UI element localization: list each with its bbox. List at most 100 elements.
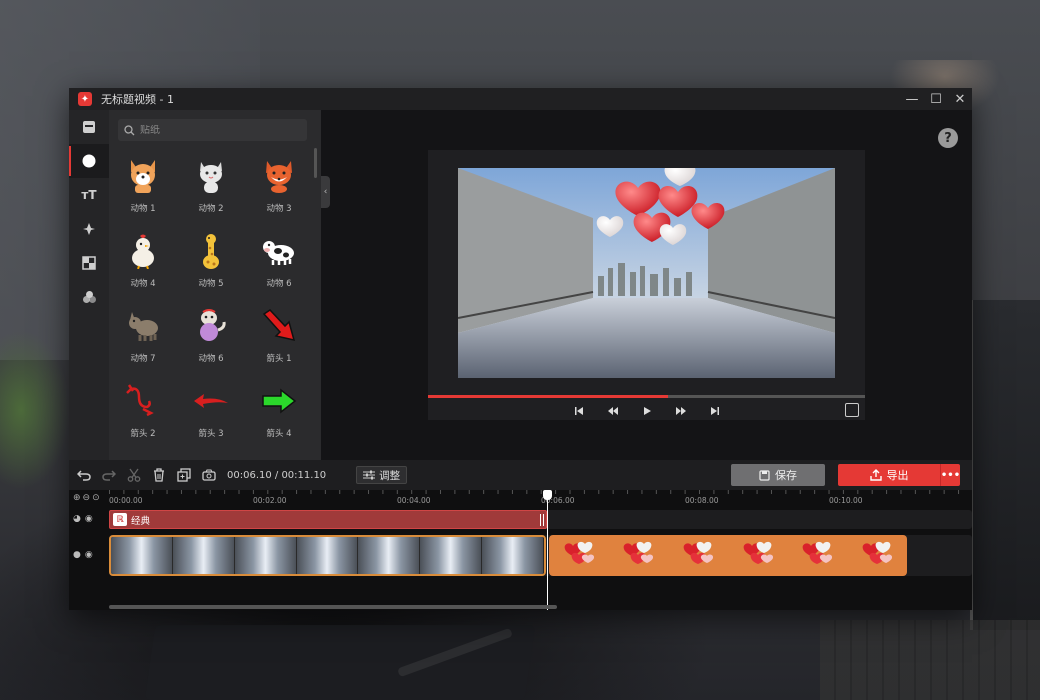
sticker-label: 动物 4 xyxy=(130,279,156,289)
sticker-item[interactable]: 动物 2 xyxy=(177,153,245,228)
help-button[interactable]: ? xyxy=(938,128,958,148)
cat-sticker-icon xyxy=(191,156,231,196)
sticker-search-input[interactable] xyxy=(140,124,300,136)
export-more-button[interactable]: ••• xyxy=(940,464,960,486)
video-track-controls: ● ◉ xyxy=(73,550,93,560)
heart-balloons-thumb-icon xyxy=(564,539,594,572)
video-frame-thumb xyxy=(420,537,483,574)
save-button[interactable]: 保存 xyxy=(731,464,825,486)
donkey-sticker-icon xyxy=(123,306,163,346)
chicken-sticker-icon xyxy=(123,231,163,271)
preview-scene-image xyxy=(458,168,835,378)
play-button[interactable] xyxy=(638,403,656,419)
play-icon xyxy=(643,406,651,415)
zoom-out-icon[interactable]: ⊖ xyxy=(83,493,91,503)
export-button[interactable]: 导出 xyxy=(838,464,940,486)
close-button[interactable]: ✕ xyxy=(948,88,972,110)
visibility-eye-icon[interactable]: ◉ xyxy=(85,550,93,560)
clip-resize-handle[interactable] xyxy=(540,514,544,526)
fast-forward-button[interactable] xyxy=(672,403,690,419)
sticker-item[interactable]: 箭头 3 xyxy=(177,378,245,453)
video-frame-thumb xyxy=(482,537,544,574)
sidebar-item-media[interactable] xyxy=(69,110,109,144)
tool-sidebar: тT xyxy=(69,110,109,460)
transition-icon xyxy=(82,256,96,270)
timeline-ruler[interactable]: 00:00.00 00:02.00 00:04.00 00:06.00 00:0… xyxy=(109,490,972,508)
sidebar-item-effects[interactable] xyxy=(69,212,109,246)
ruler-tick-label: 00:08.00 xyxy=(685,496,719,505)
duplicate-button[interactable] xyxy=(172,463,196,487)
video-clip[interactable] xyxy=(109,535,546,576)
export-label: 导出 xyxy=(886,469,909,482)
timeline-scrollbar[interactable] xyxy=(109,605,557,609)
sticker-label: 动物 1 xyxy=(130,204,156,214)
sidebar-item-stickers[interactable] xyxy=(69,144,109,178)
filter-clip[interactable]: ℝ 经典 xyxy=(109,510,547,529)
delete-button[interactable] xyxy=(147,463,171,487)
sticker-label: 动物 3 xyxy=(266,204,292,214)
playback-progress-fill xyxy=(428,395,669,398)
sticker-item[interactable]: 动物 4 xyxy=(109,228,177,303)
fullscreen-button[interactable] xyxy=(845,403,859,417)
zoom-in-icon[interactable]: ⊕ xyxy=(73,493,81,503)
sticker-panel: 动物 1 动物 2 动物 3 动物 4 xyxy=(109,110,321,460)
red-arrow-down-icon xyxy=(259,306,299,346)
playhead-handle[interactable] xyxy=(543,490,552,500)
heart-balloons-thumb-icon xyxy=(743,539,773,572)
zoom-fit-icon[interactable]: ⊙ xyxy=(92,493,100,503)
maximize-button[interactable]: ☐ xyxy=(924,88,948,110)
editing-toolbar: 00:06.10 / 00:11.10 调整 保存 导出 ••• xyxy=(69,460,972,490)
sticker-item[interactable]: 动物 1 xyxy=(109,153,177,228)
background-plant xyxy=(0,330,70,490)
visibility-eye-icon[interactable]: ◉ xyxy=(85,514,93,524)
video-editor-window: ✦ 无标题视频 - 1 — ☐ ✕ тT 贴纸 动物 1 动物 2 动物 3 动… xyxy=(69,88,972,610)
sidebar-item-transitions[interactable] xyxy=(69,246,109,280)
redo-button[interactable] xyxy=(97,463,121,487)
timecode-display: 00:06.10 / 00:11.10 xyxy=(227,469,327,481)
sticker-item[interactable]: 箭头 4 xyxy=(245,378,313,453)
skip-to-end-button[interactable] xyxy=(706,403,724,419)
red-curly-arrow-icon xyxy=(123,381,163,421)
sticker-item[interactable]: 动物 6 xyxy=(245,228,313,303)
sticker-label: 箭头 3 xyxy=(198,429,224,439)
minimize-button[interactable]: — xyxy=(900,88,924,110)
video-frame-thumb xyxy=(234,537,297,574)
duplicate-icon xyxy=(177,468,191,482)
red-arrow-left-icon xyxy=(191,381,231,421)
video-preview xyxy=(458,168,835,378)
background-notebook xyxy=(144,625,536,700)
filter-icon xyxy=(82,291,96,303)
sticker-label: 动物 5 xyxy=(198,279,224,289)
sticker-clip[interactable] xyxy=(549,535,907,576)
sidebar-item-text[interactable]: тT xyxy=(69,178,109,212)
filter-track-controls: ◕ ◉ xyxy=(73,514,93,524)
rewind-icon xyxy=(607,406,618,415)
giraffe-sticker-icon xyxy=(191,231,231,271)
video-frame-thumb xyxy=(296,537,359,574)
sticker-item[interactable]: 动物 3 xyxy=(245,153,313,228)
cut-button[interactable] xyxy=(122,463,146,487)
window-title: 无标题视频 - 1 xyxy=(101,93,174,106)
sticker-grid: 动物 1 动物 2 动物 3 动物 4 动物 5 动物 6 动物 7 动物 6 … xyxy=(109,153,313,453)
playback-progress-bar[interactable] xyxy=(428,395,865,398)
sticker-label: 箭头 2 xyxy=(130,429,156,439)
snapshot-button[interactable] xyxy=(197,463,221,487)
sticker-item[interactable]: 箭头 2 xyxy=(109,378,177,453)
sticker-item[interactable]: 动物 5 xyxy=(177,228,245,303)
rewind-button[interactable] xyxy=(604,403,622,419)
ruler-tick-label: 00:02.00 xyxy=(253,496,287,505)
timeline: ⊕ ⊖ ⊙ 00:00.00 00:02.00 00:04.00 00:06.0… xyxy=(69,490,972,610)
adjust-button[interactable]: 调整 xyxy=(356,466,408,484)
sticker-item[interactable]: 箭头 1 xyxy=(245,303,313,378)
search-icon xyxy=(118,119,140,141)
undo-button[interactable] xyxy=(72,463,96,487)
sticker-item[interactable]: 动物 7 xyxy=(109,303,177,378)
panel-scrollbar[interactable] xyxy=(314,148,317,178)
sidebar-item-filters[interactable] xyxy=(69,280,109,314)
skip-to-start-button[interactable] xyxy=(570,403,588,419)
trash-icon xyxy=(154,468,164,482)
collapse-panel-button[interactable]: ‹ xyxy=(321,176,330,208)
sticker-item[interactable]: 动物 6 xyxy=(177,303,245,378)
playhead[interactable] xyxy=(543,490,552,610)
sticker-icon xyxy=(82,154,96,168)
